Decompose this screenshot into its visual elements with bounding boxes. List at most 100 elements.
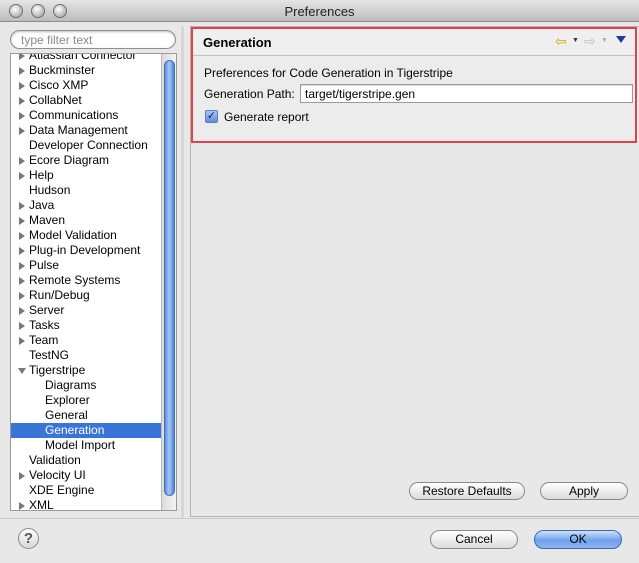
tree-item[interactable]: Diagrams bbox=[11, 378, 161, 393]
tree-item[interactable]: Plug-in Development bbox=[11, 243, 161, 258]
tree-item[interactable]: Tasks bbox=[11, 318, 161, 333]
disclosure-closed-icon[interactable] bbox=[19, 262, 25, 270]
help-icon[interactable]: ? bbox=[18, 528, 39, 549]
disclosure-closed-icon[interactable] bbox=[19, 307, 25, 315]
tree-item-label: Remote Systems bbox=[29, 273, 121, 287]
disclosure-closed-icon[interactable] bbox=[19, 322, 25, 330]
disclosure-closed-icon[interactable] bbox=[19, 54, 25, 60]
tree-item[interactable]: Atlassian Connector bbox=[11, 53, 161, 63]
tree-item[interactable]: Cisco XMP bbox=[11, 78, 161, 93]
tree-item-label: CollabNet bbox=[29, 93, 82, 107]
page-title: Generation bbox=[203, 35, 272, 50]
generation-settings-section: Generation ⇦ ▼ ⇨ ▼ Preferences for Code … bbox=[191, 27, 637, 143]
tree-item-label: Pulse bbox=[29, 258, 60, 272]
tree-item[interactable]: Buckminster bbox=[11, 63, 161, 78]
tree-item[interactable]: TestNG bbox=[11, 348, 161, 363]
disclosure-closed-icon[interactable] bbox=[19, 67, 25, 75]
forward-history-dropdown-icon[interactable]: ▼ bbox=[601, 37, 608, 44]
tree-item-label: Help bbox=[29, 168, 54, 182]
tree-item[interactable]: Model Import bbox=[11, 438, 161, 453]
tree-scroll-thumb[interactable] bbox=[164, 60, 175, 496]
tree-item-label: Diagrams bbox=[45, 378, 97, 392]
tree-item[interactable]: Maven bbox=[11, 213, 161, 228]
tree-item[interactable]: XML bbox=[11, 498, 161, 510]
tree-item-label: Generation bbox=[45, 423, 105, 437]
title-bar: Preferences bbox=[0, 0, 639, 22]
tree-item-label: Buckminster bbox=[29, 63, 96, 77]
tree-item[interactable]: Explorer bbox=[11, 393, 161, 408]
back-history-dropdown-icon[interactable]: ▼ bbox=[572, 37, 579, 44]
disclosure-closed-icon[interactable] bbox=[19, 502, 25, 510]
disclosure-closed-icon[interactable] bbox=[19, 127, 25, 135]
tree-item[interactable]: Communications bbox=[11, 108, 161, 123]
tree-item[interactable]: Ecore Diagram bbox=[11, 153, 161, 168]
disclosure-closed-icon[interactable] bbox=[19, 472, 25, 480]
view-menu-icon[interactable] bbox=[616, 36, 626, 43]
tree-item[interactable]: Tigerstripe bbox=[11, 363, 161, 378]
disclosure-closed-icon[interactable] bbox=[19, 202, 25, 210]
tree-item-label: Validation bbox=[29, 453, 81, 467]
tree-item[interactable]: General bbox=[11, 408, 161, 423]
tree-item-label: Atlassian Connector bbox=[29, 53, 137, 62]
tree-item-label: Tasks bbox=[29, 318, 60, 332]
tree-item-label: Model Import bbox=[45, 438, 116, 452]
pane-divider[interactable] bbox=[181, 26, 184, 518]
tree-item-label: Velocity UI bbox=[29, 468, 86, 482]
generation-path-input[interactable] bbox=[300, 84, 633, 103]
disclosure-closed-icon[interactable] bbox=[19, 97, 25, 105]
disclosure-closed-icon[interactable] bbox=[19, 277, 25, 285]
disclosure-closed-icon[interactable] bbox=[19, 292, 25, 300]
tree-item[interactable]: Validation bbox=[11, 453, 161, 468]
tree-item[interactable]: Velocity UI bbox=[11, 468, 161, 483]
window-title: Preferences bbox=[284, 4, 355, 19]
generate-report-checkbox[interactable]: ✓ bbox=[205, 110, 218, 123]
tree-item-label: Communications bbox=[29, 108, 119, 122]
tree-item-label: Tigerstripe bbox=[29, 363, 86, 377]
tree-item[interactable]: Data Management bbox=[11, 123, 161, 138]
tree-item-label: Run/Debug bbox=[29, 288, 90, 302]
disclosure-closed-icon[interactable] bbox=[19, 82, 25, 90]
tree-item[interactable]: Run/Debug bbox=[11, 288, 161, 303]
tree-item[interactable]: Remote Systems bbox=[11, 273, 161, 288]
tree-item[interactable]: Team bbox=[11, 333, 161, 348]
tree-item[interactable]: Generation bbox=[11, 423, 161, 438]
tree-item[interactable]: Help bbox=[11, 168, 161, 183]
disclosure-closed-icon[interactable] bbox=[19, 112, 25, 120]
tree-item-label: Ecore Diagram bbox=[29, 153, 110, 167]
restore-defaults-button[interactable]: Restore Defaults bbox=[409, 482, 525, 500]
disclosure-closed-icon[interactable] bbox=[19, 247, 25, 255]
tree-item[interactable]: CollabNet bbox=[11, 93, 161, 108]
generate-report-label[interactable]: Generate report bbox=[224, 110, 309, 124]
tree-item[interactable]: Java bbox=[11, 198, 161, 213]
tree-item[interactable]: Hudson bbox=[11, 183, 161, 198]
tree-item-label: Explorer bbox=[45, 393, 90, 407]
tree-item[interactable]: Server bbox=[11, 303, 161, 318]
tree-item-label: Data Management bbox=[29, 123, 128, 137]
tree-item-label: Maven bbox=[29, 213, 66, 227]
disclosure-closed-icon[interactable] bbox=[19, 157, 25, 165]
filter-field[interactable] bbox=[10, 30, 176, 49]
ok-button[interactable]: OK bbox=[534, 530, 622, 549]
page-header: Generation ⇦ ▼ ⇨ ▼ bbox=[193, 29, 635, 56]
apply-button[interactable]: Apply bbox=[540, 482, 628, 500]
tree-item[interactable]: Developer Connection bbox=[11, 138, 161, 153]
tree-item-label: Team bbox=[29, 333, 59, 347]
disclosure-closed-icon[interactable] bbox=[19, 217, 25, 225]
disclosure-open-icon[interactable] bbox=[18, 368, 26, 374]
tree-item-label: TestNG bbox=[29, 348, 70, 362]
disclosure-closed-icon[interactable] bbox=[19, 172, 25, 180]
tree-item-label: Developer Connection bbox=[29, 138, 148, 152]
tree-item-label: Java bbox=[29, 198, 55, 212]
disclosure-closed-icon[interactable] bbox=[19, 232, 25, 240]
tree-item-label: General bbox=[45, 408, 88, 422]
cancel-button[interactable]: Cancel bbox=[430, 530, 518, 549]
back-arrow-icon[interactable]: ⇦ bbox=[555, 34, 573, 48]
tree-item[interactable]: XDE Engine bbox=[11, 483, 161, 498]
tree-item[interactable]: Model Validation bbox=[11, 228, 161, 243]
filter-input[interactable] bbox=[21, 33, 171, 47]
tree-scrollbar[interactable] bbox=[161, 54, 176, 510]
forward-arrow-icon[interactable]: ⇨ bbox=[584, 34, 602, 48]
tree-item[interactable]: Pulse bbox=[11, 258, 161, 273]
preference-tree[interactable]: Atlassian Connector Buckminster Cisco XMP C… bbox=[10, 53, 177, 511]
disclosure-closed-icon[interactable] bbox=[19, 337, 25, 345]
